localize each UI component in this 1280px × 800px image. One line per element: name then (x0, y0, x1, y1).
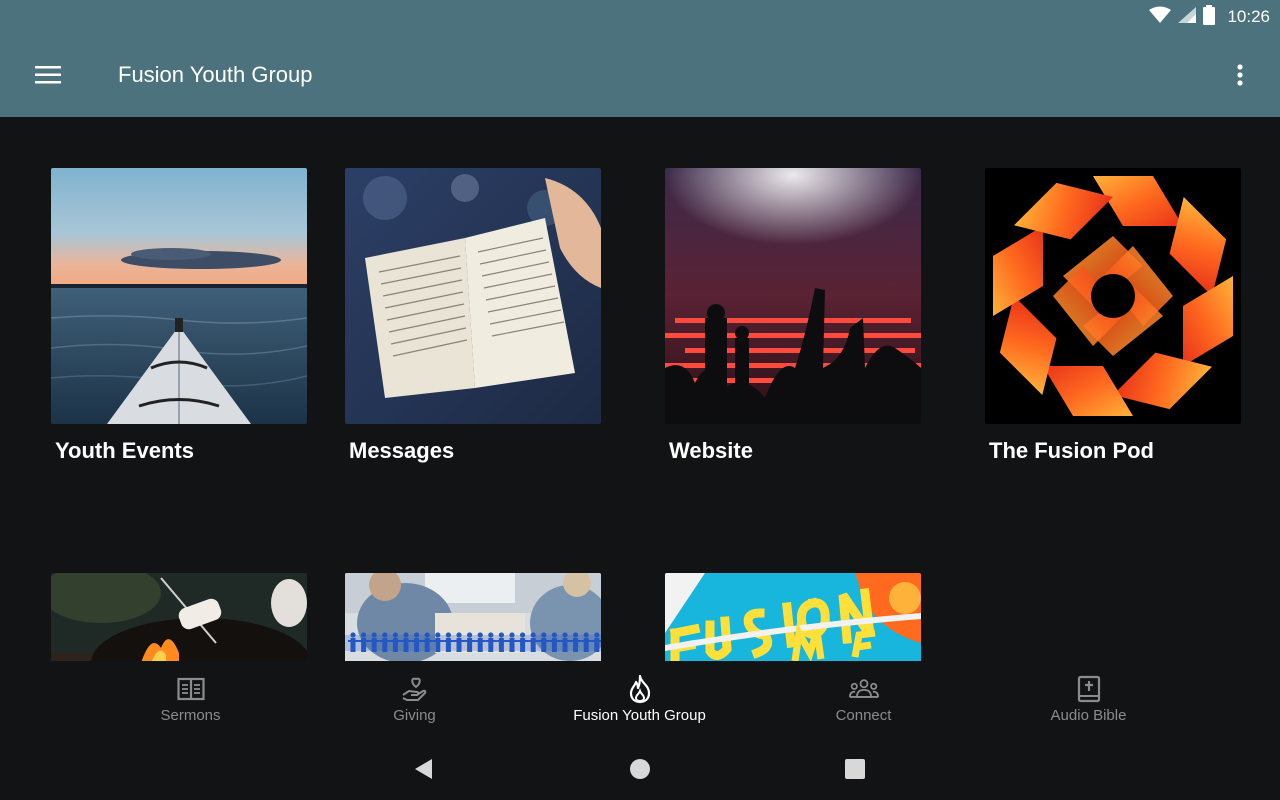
system-navigation-bar (0, 738, 1280, 800)
orange-fusion-logo (985, 168, 1241, 424)
nav-label: Giving (393, 707, 436, 724)
status-bar: 10:26 (0, 0, 1280, 34)
bible-cross-icon (1074, 674, 1104, 704)
tile-the-fusion-pod[interactable]: The Fusion Pod (985, 168, 1241, 463)
campfire-marshmallow-photo (51, 573, 307, 661)
open-bible-photo (345, 168, 601, 424)
concert-stage-crowd-photo (665, 168, 921, 424)
fusion-summer-graphic (665, 573, 921, 661)
nav-tab-sermons[interactable]: Sermons (78, 661, 303, 738)
status-time: 10:26 (1227, 7, 1270, 26)
status-icons: 10:26 (1149, 4, 1270, 30)
content-grid: Youth Events Messages Website The Fusion… (0, 117, 1280, 661)
page-title: Fusion Youth Group (118, 62, 313, 87)
nav-tab-fusion-youth-group[interactable]: Fusion Youth Group (527, 661, 752, 738)
flame-icon (625, 674, 655, 704)
tile-label: The Fusion Pod (989, 438, 1154, 463)
back-icon[interactable] (408, 756, 438, 782)
nav-tab-connect[interactable]: Connect (751, 661, 976, 738)
signal-icon (1177, 6, 1197, 29)
tile-label: Messages (349, 438, 455, 463)
hamburger-menu-icon[interactable] (30, 59, 66, 91)
tile-messages[interactable]: Messages (345, 168, 601, 463)
nav-tab-giving[interactable]: Giving (302, 661, 527, 738)
nav-label: Sermons (160, 707, 221, 724)
tile-website[interactable]: Website (665, 168, 921, 463)
bottom-navigation: Sermons Giving Fusion Youth Group Connec… (0, 661, 1280, 738)
nav-tab-audio-bible[interactable]: Audio Bible (976, 661, 1201, 738)
app-bar: Fusion Youth Group (0, 34, 1280, 117)
hand-heart-icon (400, 674, 430, 704)
tile-group[interactable] (345, 573, 601, 661)
nav-label: Connect (835, 707, 892, 724)
open-book-icon (176, 674, 206, 704)
home-icon[interactable] (625, 756, 655, 782)
tile-label: Youth Events (55, 438, 194, 463)
tile-youth-events[interactable]: Youth Events (51, 168, 307, 463)
nav-label: Fusion Youth Group (573, 707, 706, 724)
tile-fusion-summer[interactable] (665, 573, 921, 661)
people-group-icon (848, 674, 879, 704)
tile-campfire[interactable] (51, 573, 307, 661)
battery-icon (1203, 4, 1216, 30)
recents-icon[interactable] (840, 756, 870, 782)
group-people-chain-photo (345, 573, 601, 661)
kayak-lake-sunset-photo (51, 168, 307, 424)
tile-label: Website (669, 438, 753, 463)
wifi-icon (1149, 6, 1172, 29)
more-vertical-icon[interactable] (1226, 59, 1254, 91)
nav-label: Audio Bible (1050, 707, 1127, 724)
